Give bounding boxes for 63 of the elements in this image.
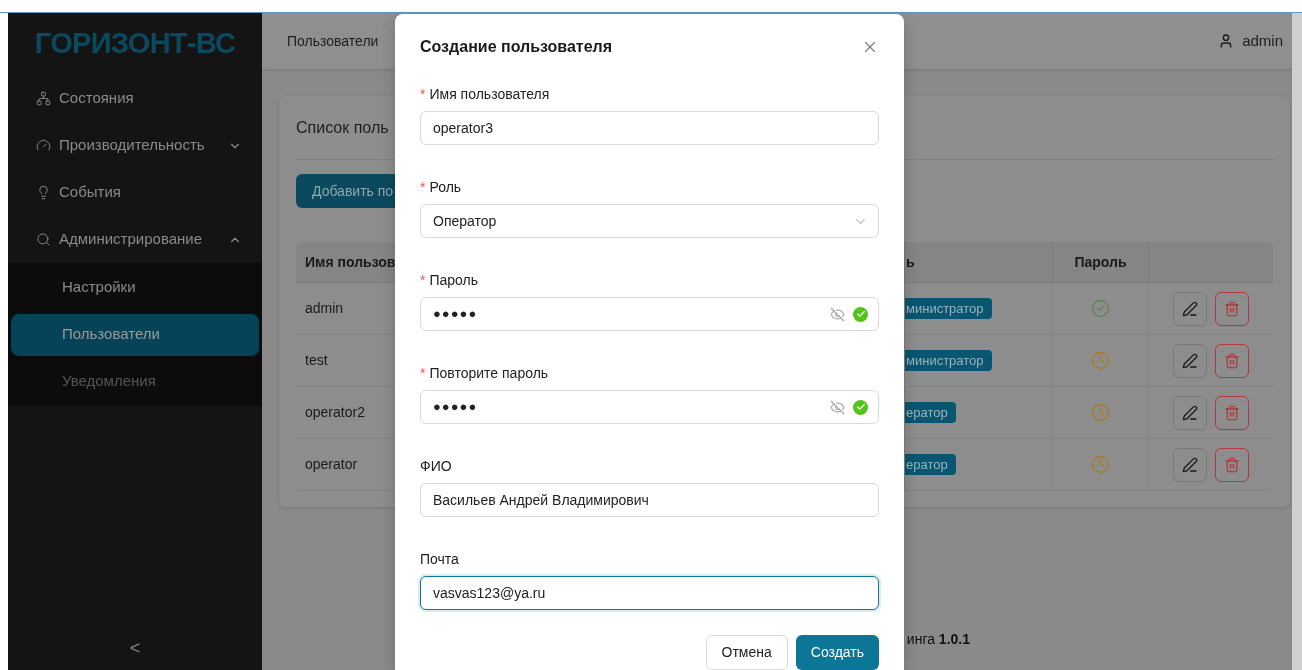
user-menu[interactable]: admin: [1218, 29, 1283, 53]
trash-icon: [1224, 300, 1240, 317]
scrollbar[interactable]: [1292, 13, 1302, 670]
input-field[interactable]: ●●●●●: [420, 297, 879, 331]
table-cell-text: operator: [305, 455, 358, 474]
role-tag: министратор: [905, 349, 992, 372]
required-mark: *: [420, 363, 426, 383]
trash-icon: [1224, 456, 1240, 473]
field-label: Имя пользователя: [429, 84, 550, 104]
table-cell-text: operator2: [305, 403, 365, 422]
edit-button[interactable]: [1173, 343, 1207, 378]
field-label: Почта: [420, 549, 459, 569]
field-label: ФИО: [420, 456, 452, 476]
nav-icon: [36, 232, 51, 247]
breadcrumb: Пользователи: [287, 31, 379, 51]
nav-item[interactable]: Состояния: [8, 75, 262, 122]
footer-version: инга 1.0.1: [906, 630, 970, 649]
nav-subitem[interactable]: Пользователи: [11, 313, 259, 356]
input-field[interactable]: Васильев Андрей Владимирович: [420, 483, 879, 517]
card-title: Список поль: [296, 117, 389, 138]
nav-item[interactable]: Производительность: [8, 122, 262, 169]
required-mark: *: [420, 270, 426, 290]
app-logo: ГОРИЗОНТ-ВС: [34, 26, 236, 62]
edit-icon: [1182, 456, 1198, 473]
column-header: Пароль: [1052, 242, 1148, 282]
trash-icon: [1224, 404, 1240, 421]
nav-subitem[interactable]: Настройки: [11, 266, 259, 309]
input-field[interactable]: operator3: [420, 111, 879, 145]
input-field[interactable]: ●●●●●: [420, 390, 879, 424]
role-tag: ератор: [905, 401, 956, 424]
edit-button[interactable]: [1173, 447, 1207, 482]
nav-item[interactable]: Администрирование: [8, 216, 262, 263]
dialog-title: Создание пользователя: [420, 36, 614, 57]
required-mark: *: [420, 177, 426, 197]
field-label: Роль: [429, 177, 462, 197]
column-header: ь: [906, 252, 915, 272]
nav-icon: [36, 185, 51, 200]
edit-button[interactable]: [1173, 395, 1207, 430]
success-icon: [853, 306, 868, 322]
edit-button[interactable]: [1173, 291, 1207, 326]
nav-icon: [36, 138, 51, 153]
eye-off-icon: [830, 399, 845, 415]
collapse-button[interactable]: <: [129, 634, 141, 662]
column-header: Имя пользов: [304, 252, 397, 272]
field-label: Пароль: [429, 270, 479, 290]
edit-icon: [1182, 352, 1198, 369]
eye-off-icon: [830, 306, 845, 322]
role-tag: министратор: [905, 297, 992, 320]
trash-icon: [1224, 352, 1240, 369]
field-label: Повторите пароль: [429, 363, 549, 383]
nav-icon: [36, 91, 51, 106]
nav-item[interactable]: События: [8, 169, 262, 216]
cancel-button[interactable]: Отмена: [705, 635, 788, 670]
role-tag: ератор: [905, 453, 956, 476]
input-field[interactable]: vasvas123@ya.ru: [420, 576, 879, 610]
table-cell-text: admin: [305, 299, 344, 318]
create-button[interactable]: Создать: [795, 635, 879, 670]
table-cell-text: test: [305, 351, 328, 370]
required-mark: *: [420, 84, 426, 104]
edit-icon: [1182, 404, 1198, 421]
role-select[interactable]: Оператор: [420, 204, 879, 238]
success-icon: [853, 399, 868, 415]
edit-icon: [1182, 300, 1198, 317]
